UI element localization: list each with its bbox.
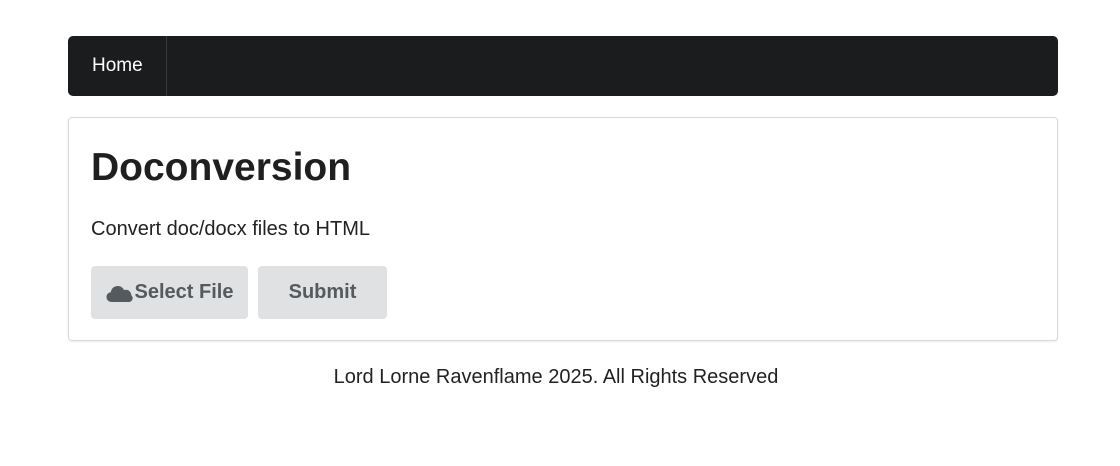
footer-text: Lord Lorne Ravenflame 2025. All Rights R… [333, 366, 779, 388]
converter-card: Doconversion Convert doc/docx files to H… [68, 117, 1058, 341]
select-file-button[interactable]: Select File [91, 266, 248, 319]
page-description: Convert doc/docx files to HTML [91, 218, 370, 240]
cloud-icon [106, 283, 133, 303]
submit-label: Submit [288, 281, 357, 303]
nav-item-home-label: Home [92, 55, 143, 76]
select-file-label: Select File [134, 281, 234, 303]
footer: Lord Lorne Ravenflame 2025. All Rights R… [0, 364, 1112, 390]
top-navbar: Home [68, 36, 1058, 96]
submit-button[interactable]: Submit [258, 266, 387, 319]
page-title: Doconversion [91, 146, 352, 189]
nav-item-home[interactable]: Home [68, 36, 167, 96]
